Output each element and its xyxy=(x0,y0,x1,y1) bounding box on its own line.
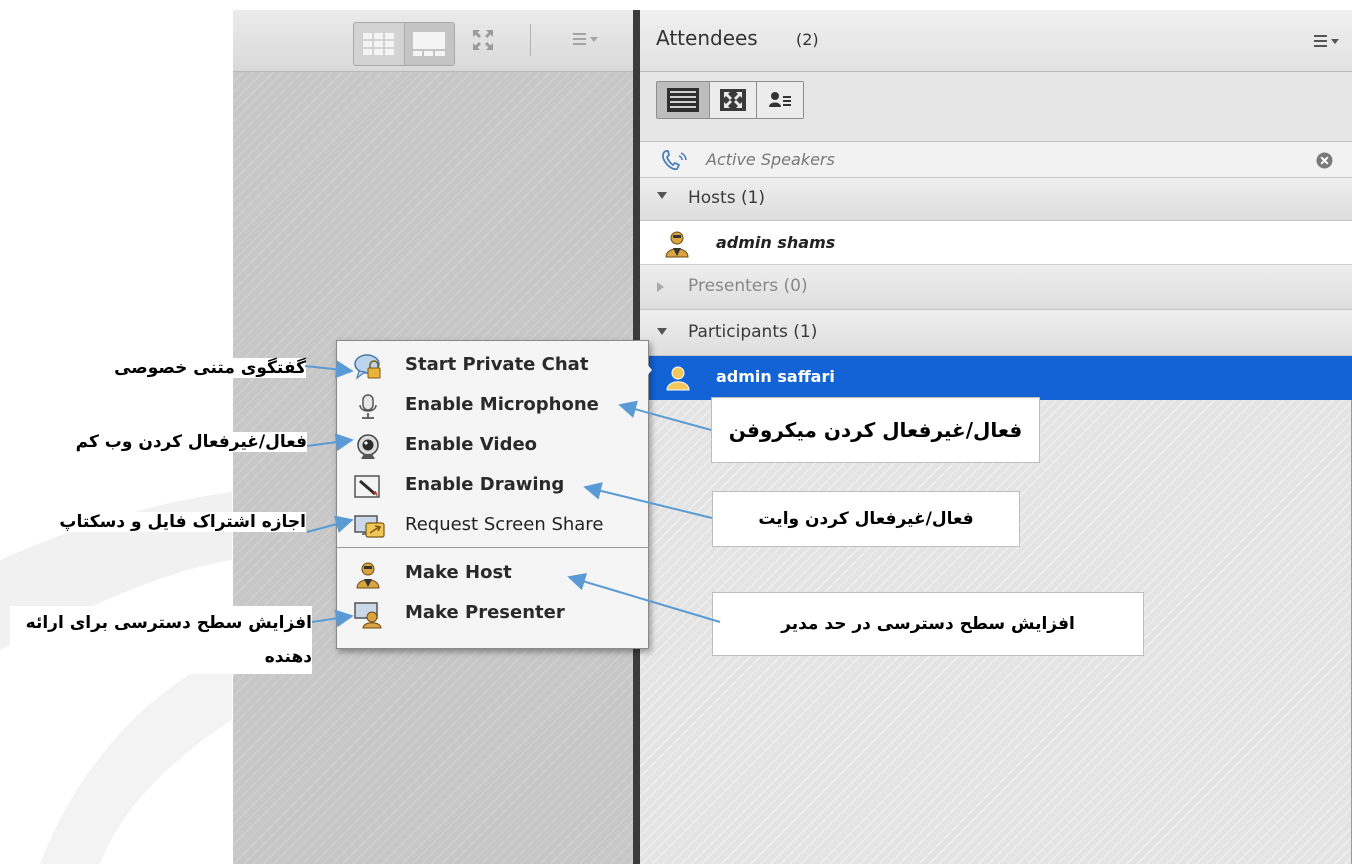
menu-separator xyxy=(337,547,648,548)
menu-item-label: Enable Microphone xyxy=(405,394,599,415)
pod-menu-icon xyxy=(1314,35,1339,47)
microphone-icon xyxy=(359,394,377,419)
toolbar-divider xyxy=(530,24,531,56)
drawing-pen-icon xyxy=(354,475,380,498)
menu-item-enable-microphone[interactable]: Enable Microphone xyxy=(337,385,648,425)
menu-item-enable-video[interactable]: Enable Video xyxy=(337,425,648,465)
attendee-context-menu: Start Private Chat Enable Microphone Ena… xyxy=(336,340,649,649)
presenters-section[interactable]: Presenters (0) xyxy=(640,265,1352,310)
filmstrip-layout-icon xyxy=(413,32,446,56)
menu-item-make-presenter[interactable]: Make Presenter xyxy=(337,593,648,633)
breakout-view-icon xyxy=(720,89,746,111)
attendee-status-icon xyxy=(769,92,791,107)
attendees-pod-menu[interactable] xyxy=(1314,34,1340,48)
attendees-header: Attendees (2) xyxy=(640,10,1352,72)
callout-make-presenter-line2: دهنده xyxy=(264,647,312,667)
attendee-view-toggle xyxy=(656,81,804,119)
share-pod-toolbar xyxy=(233,10,633,72)
active-speakers-label: Active Speakers xyxy=(706,150,835,169)
participant-name: admin saffari xyxy=(716,367,835,386)
callout-webcam: فعال/غیرفعال کردن وب کم xyxy=(25,432,307,452)
callout-share: اجازه اشتراک فایل و دسکتاپ xyxy=(10,512,306,532)
hosts-section[interactable]: Hosts (1) xyxy=(640,178,1352,221)
webcam-icon xyxy=(357,434,379,459)
filmstrip-layout-button[interactable] xyxy=(403,23,454,65)
menu-item-label: Make Presenter xyxy=(405,602,565,623)
menu-item-label: Make Host xyxy=(405,562,512,583)
collapse-arrow-icon xyxy=(657,282,664,292)
list-view-icon xyxy=(667,88,699,112)
participant-attendee-row[interactable]: admin saffari xyxy=(640,356,1352,400)
callout-private-chat: گفتگوی متنی خصوصی xyxy=(80,358,306,378)
menu-item-make-host[interactable]: Make Host xyxy=(337,553,648,593)
menu-item-enable-drawing[interactable]: Enable Drawing xyxy=(337,465,648,505)
fullscreen-icon[interactable] xyxy=(471,28,495,52)
host-user-icon xyxy=(665,231,689,258)
host-name: admin shams xyxy=(716,233,836,252)
list-view-button[interactable] xyxy=(657,82,709,118)
attendee-status-button[interactable] xyxy=(756,82,803,118)
attendees-title: Attendees xyxy=(656,26,758,50)
close-icon[interactable] xyxy=(1316,152,1333,169)
attendees-count: (2) xyxy=(796,30,819,49)
menu-item-start-private-chat[interactable]: Start Private Chat xyxy=(337,345,648,385)
menu-pointer xyxy=(640,356,652,384)
menu-item-request-screen-share[interactable]: Request Screen Share xyxy=(337,505,648,545)
active-speakers-bar: Active Speakers xyxy=(640,142,1352,178)
callout-make-presenter-line1: افزایش سطح دسترسی برای ارائه xyxy=(25,613,312,633)
share-pod-menu[interactable] xyxy=(573,32,599,46)
grid-layout-button[interactable] xyxy=(354,23,404,65)
attendee-view-bar xyxy=(640,72,1352,142)
menu-item-label: Request Screen Share xyxy=(405,514,604,535)
presenters-section-label: Presenters (0) xyxy=(688,276,808,296)
menu-item-label: Enable Drawing xyxy=(405,474,565,495)
participants-section-label: Participants (1) xyxy=(688,322,818,342)
expand-arrow-icon xyxy=(657,192,667,199)
menu-item-label: Start Private Chat xyxy=(405,354,589,375)
participants-section[interactable]: Participants (1) xyxy=(640,310,1352,356)
menu-item-label: Enable Video xyxy=(405,434,538,455)
breakout-view-button[interactable] xyxy=(709,82,756,118)
callout-make-host: افزایش سطح دسترسی در حد مدیر xyxy=(712,592,1144,656)
chat-icon xyxy=(354,354,381,380)
screen-share-icon xyxy=(354,515,385,538)
callout-make-presenter: افزایش سطح دسترسی برای ارائه دهنده xyxy=(10,606,312,674)
grid-layout-icon xyxy=(362,33,394,55)
expand-arrow-icon xyxy=(657,328,667,335)
participant-user-icon xyxy=(666,366,690,391)
make-host-icon xyxy=(356,562,380,589)
layout-toggle-group xyxy=(353,22,455,66)
callout-microphone: فعال/غیرفعال کردن میکروفن xyxy=(711,397,1040,463)
hosts-section-label: Hosts (1) xyxy=(688,188,766,208)
make-presenter-icon xyxy=(354,602,382,629)
callout-whiteboard: فعال/غیرفعال کردن وایت xyxy=(712,491,1020,547)
speaker-phone-icon xyxy=(662,150,687,171)
host-attendee-row[interactable]: admin shams xyxy=(640,221,1352,265)
pod-menu-icon xyxy=(573,33,598,45)
